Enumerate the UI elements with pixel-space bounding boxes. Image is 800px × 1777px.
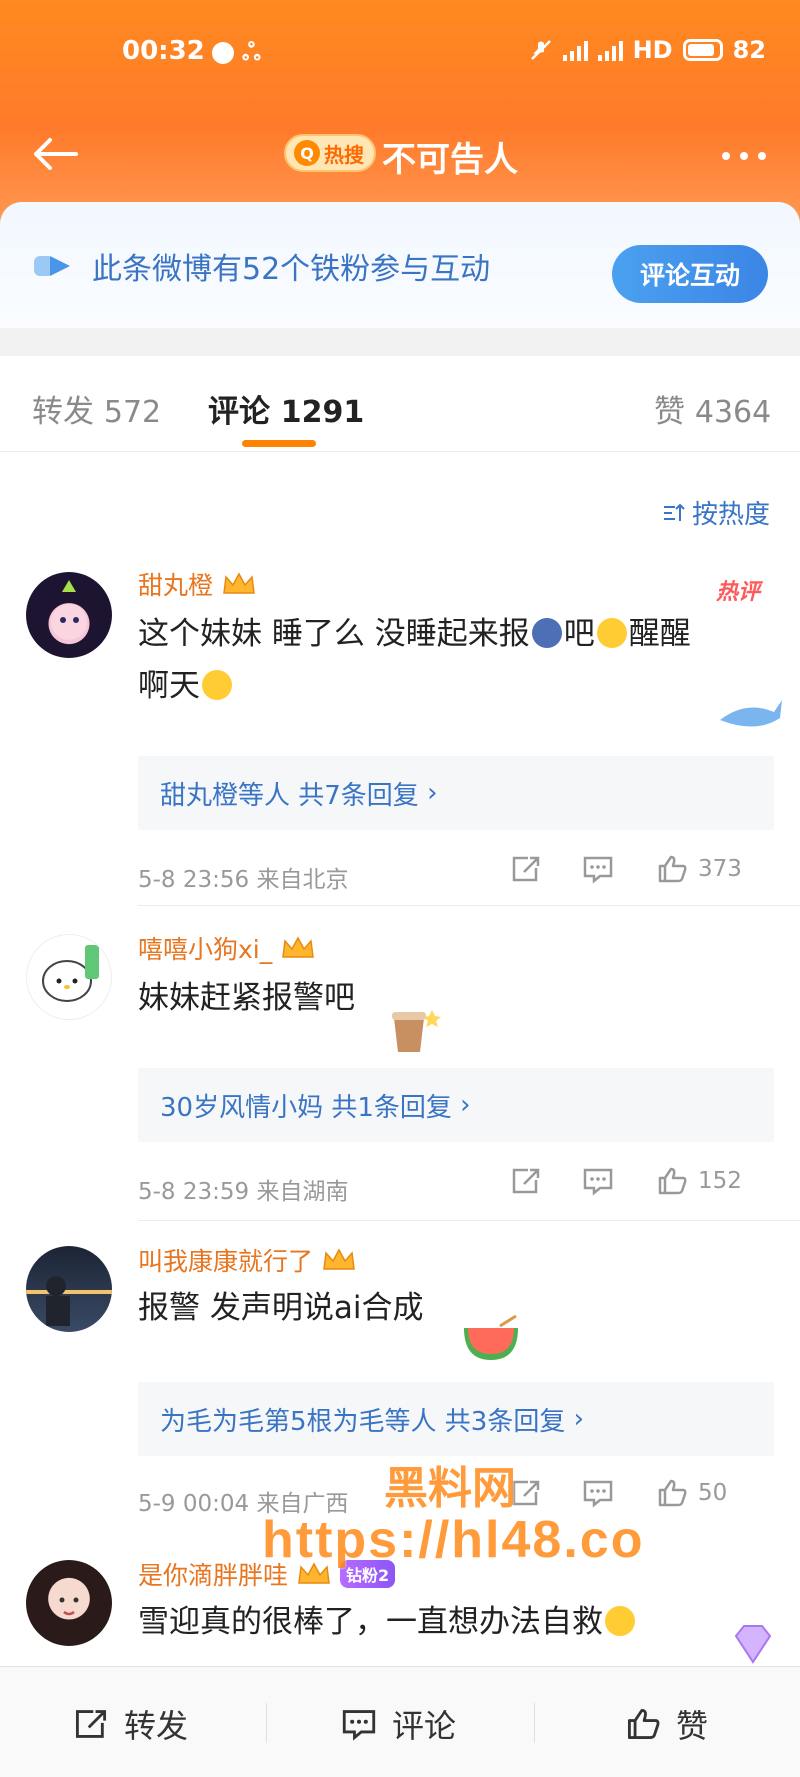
surprised-emoji-icon [202, 670, 232, 700]
comment-text: 妹妹赶紧报警吧 [138, 980, 355, 1016]
hot-badge-label: 热搜 [324, 142, 364, 167]
nav-bar: Q 热搜 不可告人 [0, 128, 800, 184]
crying-emoji-icon [605, 1606, 635, 1636]
search-icon: Q [294, 140, 320, 166]
repost-icon[interactable] [510, 854, 542, 884]
sort-by-hot-button[interactable]: 按热度 [662, 494, 770, 531]
fans-icon [34, 256, 70, 276]
sort-label: 按热度 [691, 500, 770, 530]
mute-icon [530, 40, 551, 60]
network-type: HD [632, 36, 673, 64]
signal-5g-icon [597, 39, 623, 61]
avatar-image [26, 1276, 112, 1326]
tab-likes[interactable]: 赞 4364 [654, 386, 771, 431]
comment-text: 雪迎真的很棒了，一直想办法自救 [138, 1596, 637, 1648]
comment-actions: 373 [510, 854, 774, 884]
battery-icon [682, 39, 723, 61]
bottom-action-bar: 转发 评论 赞 [0, 1666, 800, 1777]
separator [266, 1703, 267, 1743]
status-bar: 00:32 ஃ HD 82 [0, 34, 800, 74]
police-emoji-icon [531, 618, 562, 648]
comment-text: 这个妹妹 睡了么 没睡起来报吧醒醒 啊天 [138, 616, 691, 704]
comment-divider [138, 1220, 800, 1221]
whale-decoration-icon [720, 700, 782, 727]
like-icon[interactable] [656, 854, 688, 884]
status-right: HD 82 [529, 36, 766, 64]
comment-actions: 152 [510, 1166, 774, 1196]
diamond-decoration-icon [734, 1625, 772, 1664]
back-arrow-icon[interactable] [30, 134, 80, 174]
watermelon-decoration-icon [464, 1314, 518, 1360]
comment-icon[interactable] [582, 1478, 614, 1508]
watermark-title: 黑料网 [384, 1464, 516, 1513]
repost-button[interactable]: 转发 [72, 1701, 188, 1747]
like-icon [627, 1708, 660, 1740]
comment-meta: 5-8 23:59 来自湖南 [138, 1179, 349, 1205]
active-tab-indicator [242, 440, 316, 447]
more-options-icon[interactable] [722, 152, 766, 160]
avatar[interactable] [26, 1560, 112, 1646]
hot-search-badge[interactable]: Q 热搜 [284, 134, 376, 172]
reply-summary[interactable]: 为毛为毛第5根为毛等人 共3条回复 › [138, 1382, 774, 1456]
comment-button[interactable]: 评论 [340, 1701, 456, 1747]
comment-username[interactable]: 嘻嘻小狗xi_ [138, 930, 316, 966]
comment-icon [342, 1710, 376, 1741]
reply-summary[interactable]: 30岁风情小妈 共1条回复 › [138, 1068, 774, 1142]
comment-username[interactable]: 叫我康康就行了 [138, 1242, 357, 1278]
watermark-url: https://hl48.co [262, 1511, 645, 1569]
avatar-image [51, 580, 87, 640]
app-notification-icon: ஃ [242, 38, 261, 66]
comment-meta: 5-8 23:56 来自北京 [138, 867, 349, 893]
status-time: 00:32 [122, 36, 205, 66]
signal-4g-icon [562, 39, 588, 61]
sort-icon [663, 503, 685, 521]
bubble-tea-decoration-icon [392, 1010, 441, 1052]
page-title: 不可告人 [382, 140, 518, 180]
chevron-right-icon: › [573, 1404, 585, 1434]
tab-comments[interactable]: 评论 1291 [208, 386, 364, 431]
crown-icon [282, 936, 315, 958]
like-count: 152 [698, 1168, 742, 1194]
avatar[interactable] [26, 1246, 112, 1332]
comment-icon[interactable] [582, 854, 614, 884]
comment-actions: 50 [510, 1478, 774, 1508]
comment-text: 报警 发声明说ai合成 [138, 1290, 424, 1326]
like-count: 50 [698, 1480, 728, 1506]
chevron-right-icon: › [460, 1090, 471, 1120]
thinking-emoji-icon [596, 618, 627, 648]
header: 00:32 ஃ HD 82 Q 热搜 不可告人 [0, 0, 800, 230]
like-icon[interactable] [656, 1478, 688, 1508]
avatar[interactable] [26, 934, 112, 1020]
tab-repost[interactable]: 转发 572 [32, 386, 161, 431]
crown-icon [323, 1248, 355, 1270]
comment-icon[interactable] [582, 1166, 614, 1196]
like-count: 373 [698, 856, 742, 882]
comment-divider [138, 905, 800, 906]
fans-text: 此条微博有52个铁粉参与互动 [92, 252, 491, 287]
avatar-image [59, 1597, 79, 1616]
avatar[interactable] [26, 572, 112, 658]
separator [534, 1703, 535, 1743]
repost-icon [75, 1710, 107, 1738]
reply-summary[interactable]: 甜丸橙等人 共7条回复 › [138, 756, 774, 830]
chevron-right-icon: › [427, 778, 438, 808]
comment-username[interactable]: 甜丸橙 [138, 566, 257, 602]
crown-icon [223, 572, 255, 594]
tab-bar: 转发 572 评论 1291 赞 4364 [0, 356, 800, 452]
like-button[interactable]: 赞 [624, 1701, 708, 1747]
section-divider [0, 328, 800, 356]
battery-level: 82 [732, 36, 766, 64]
hot-comment-tag: 热评 [715, 580, 760, 605]
comment-interact-button[interactable]: 评论互动 [612, 245, 768, 303]
avatar-image [42, 945, 99, 1002]
notification-dot-icon [212, 42, 234, 64]
like-icon[interactable] [656, 1166, 688, 1196]
repost-icon[interactable] [510, 1166, 542, 1196]
fans-interaction-card: 此条微博有52个铁粉参与互动 评论互动 [0, 202, 800, 328]
